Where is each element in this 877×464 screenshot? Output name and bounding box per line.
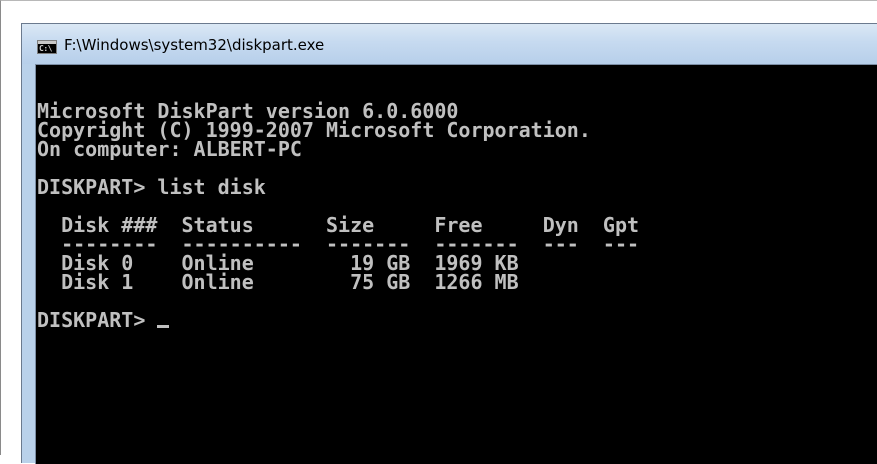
banner-line-computer: On computer: ALBERT-PC <box>37 137 302 161</box>
text-cursor <box>157 325 170 328</box>
prompt-line[interactable]: DISKPART> <box>37 308 170 332</box>
title-bar[interactable]: C:\ F:\Windows\system32\diskpart.exe <box>22 24 877 64</box>
command-line: DISKPART> list disk <box>37 175 266 199</box>
diskpart-window[interactable]: C:\ F:\Windows\system32\diskpart.exe Mic… <box>21 23 877 464</box>
prompt-text: DISKPART> <box>37 308 158 332</box>
screenshot-frame: C:\ F:\Windows\system32\diskpart.exe Mic… <box>0 0 877 464</box>
table-row: Disk 1 Online 75 GB 1266 MB <box>37 270 519 294</box>
console-app-icon[interactable]: C:\ <box>37 40 57 54</box>
console-area[interactable]: Microsoft DiskPart version 6.0.6000 Copy… <box>35 64 877 464</box>
window-title: F:\Windows\system32\diskpart.exe <box>64 36 325 54</box>
icon-label: C:\ <box>39 44 52 53</box>
